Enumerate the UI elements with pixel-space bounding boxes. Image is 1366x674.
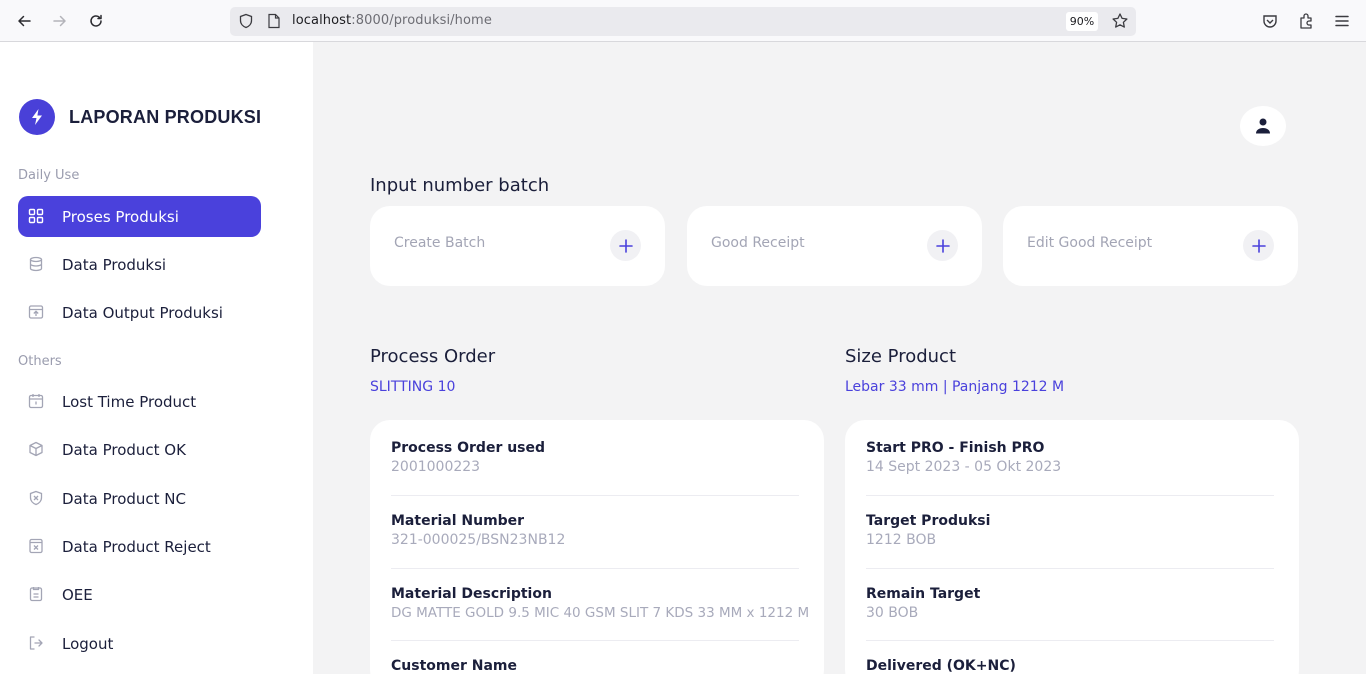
create-batch-card[interactable]: Create Batch [370,206,665,286]
size-product-value: Lebar 33 mm | Panjang 1212 M [845,379,1065,395]
good-receipt-card[interactable]: Good Receipt [687,206,982,286]
sidebar-item-oee[interactable]: OEE [18,574,261,615]
field-customer-name: Customer Name [391,658,801,674]
user-avatar-button[interactable] [1240,106,1286,146]
field-value: DG MATTE GOLD 9.5 MIC 40 GSM SLIT 7 KDS … [391,605,810,621]
plus-icon [618,238,633,253]
field-value: 1212 BOB [866,532,937,548]
upload-box-icon [28,305,44,319]
sidebar-item-label: Data Product Reject [62,537,211,556]
sidebar-item-label: Data Product OK [62,440,186,459]
logo[interactable] [19,99,55,135]
reload-button[interactable] [85,10,107,32]
sidebar-item-data-produksi[interactable]: Data Produksi [18,244,261,285]
field-material-description: Material Description DG MATTE GOLD 9.5 M… [391,586,810,621]
field-start-finish-pro: Start PRO - Finish PRO 14 Sept 2023 - 05… [866,440,1276,475]
field-label: Target Produksi [866,513,991,529]
sidebar-item-label: OEE [62,585,93,604]
sidebar-item-label: Proses Produksi [62,207,179,226]
menu-icon[interactable] [1333,12,1351,30]
divider [866,640,1274,641]
section-label-daily: Daily Use [18,168,80,183]
good-receipt-label: Good Receipt [711,235,805,251]
process-order-card: Process Order used 2001000223 Material N… [370,420,824,674]
batch-heading: Input number batch [370,175,550,196]
sidebar-item-label: Lost Time Product [62,392,197,411]
database-icon [29,256,43,272]
app-title: LAPORAN PRODUKSI [69,107,262,127]
sidebar-item-label: Data Product NC [62,489,186,508]
divider [391,495,799,496]
reload-icon [90,14,102,27]
field-target-produksi: Target Produksi 1212 BOB [866,513,1276,548]
field-value: 321-000025/BSN23NB12 [391,532,566,548]
sidebar-item-label: Logout [62,634,114,653]
plus-icon [935,238,950,253]
lightning-icon [32,109,42,125]
x-box-icon [29,538,43,554]
bookmark-star-icon[interactable] [1111,12,1129,30]
process-order-value: SLITTING 10 [370,379,456,395]
shield-x-icon [29,490,43,506]
field-remain-target: Remain Target 30 BOB [866,586,1276,621]
page-icon[interactable] [267,13,281,29]
calendar-icon [28,394,44,409]
forward-button[interactable] [49,10,71,32]
divider [866,495,1274,496]
field-delivered: Delivered (OK+NC) [866,658,1276,674]
box-icon [29,441,43,457]
plus-icon [1251,238,1266,253]
pocket-icon[interactable] [1261,12,1279,30]
field-label: Material Number [391,513,525,529]
section-label-others: Others [18,354,62,369]
sidebar-item-data-product-nc[interactable]: Data Product NC [18,478,261,519]
user-icon [1256,118,1270,134]
sidebar: LAPORAN PRODUKSI Daily Use Proses Produk… [0,42,313,674]
sidebar-item-label: Data Output Produksi [62,303,223,322]
browser-toolbar: localhost:8000/produksi/home 90% [0,0,1366,42]
back-button[interactable] [13,10,35,32]
create-batch-label: Create Batch [394,235,486,251]
divider [866,568,1274,569]
field-label: Process Order used [391,440,546,456]
field-value: 14 Sept 2023 - 05 Okt 2023 [866,459,1062,475]
logout-icon [29,636,43,650]
field-value: 2001000223 [391,459,481,475]
url-text[interactable]: localhost:8000/produksi/home [292,13,492,28]
field-process-order-used: Process Order used 2001000223 [391,440,801,475]
sidebar-item-data-product-ok[interactable]: Data Product OK [18,429,261,470]
field-label: Delivered (OK+NC) [866,658,1016,674]
edit-good-receipt-button[interactable] [1243,230,1274,261]
divider [391,640,799,641]
clipboard-icon [29,587,43,602]
divider [391,568,799,569]
sidebar-item-data-output-produksi[interactable]: Data Output Produksi [18,292,261,333]
sidebar-item-label: Data Produksi [62,255,167,274]
process-order-heading: Process Order [370,346,496,367]
field-label: Customer Name [391,658,517,674]
edit-good-receipt-card[interactable]: Edit Good Receipt [1003,206,1298,286]
arrow-right-icon [53,15,66,27]
good-receipt-button[interactable] [927,230,958,261]
zoom-level-badge[interactable]: 90% [1066,12,1098,31]
shield-icon[interactable] [238,13,254,29]
size-product-card: Start PRO - Finish PRO 14 Sept 2023 - 05… [845,420,1299,674]
field-label: Remain Target [866,586,981,602]
size-product-heading: Size Product [845,346,957,367]
extensions-icon[interactable] [1297,12,1315,30]
edit-good-receipt-label: Edit Good Receipt [1027,235,1153,251]
arrow-left-icon [18,15,31,27]
sidebar-item-logout[interactable]: Logout [18,623,261,664]
sidebar-item-proses-produksi[interactable]: Proses Produksi [18,196,261,237]
url-bar[interactable]: localhost:8000/produksi/home 90% [230,7,1136,36]
field-label: Start PRO - Finish PRO [866,440,1045,456]
create-batch-button[interactable] [610,230,641,261]
sidebar-item-lost-time-product[interactable]: Lost Time Product [18,381,261,422]
field-label: Material Description [391,586,552,602]
field-material-number: Material Number 321-000025/BSN23NB12 [391,513,801,548]
grid-icon [28,208,44,224]
field-value: 30 BOB [866,605,919,621]
sidebar-item-data-product-reject[interactable]: Data Product Reject [18,526,261,567]
